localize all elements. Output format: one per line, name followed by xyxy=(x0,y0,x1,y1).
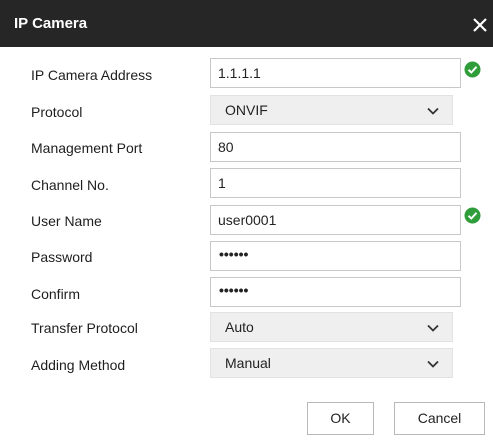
check-circle-icon xyxy=(464,61,481,78)
adding-method-label: Adding Method xyxy=(31,357,126,373)
ok-button[interactable]: OK xyxy=(307,402,374,435)
ip-address-label: IP Camera Address xyxy=(31,67,153,83)
user-name-value: user0001 xyxy=(218,212,277,228)
management-port-value: 80 xyxy=(218,139,234,155)
chevron-down-icon xyxy=(427,360,439,368)
protocol-label: Protocol xyxy=(31,104,83,120)
management-port-input[interactable]: 80 xyxy=(210,132,461,162)
user-name-input[interactable]: user0001 xyxy=(210,205,461,235)
password-label: Password xyxy=(31,249,93,265)
protocol-value: ONVIF xyxy=(225,102,268,118)
protocol-select[interactable]: ONVIF xyxy=(210,95,453,125)
chevron-down-icon xyxy=(427,107,439,115)
channel-no-value: 1 xyxy=(218,175,226,191)
adding-method-value: Manual xyxy=(225,355,271,371)
password-value: •••••• xyxy=(219,246,249,262)
management-port-label: Management Port xyxy=(31,140,143,156)
confirm-value: •••••• xyxy=(219,282,249,298)
close-icon[interactable] xyxy=(469,12,491,34)
dialog-title: IP Camera xyxy=(14,15,88,32)
user-name-label: User Name xyxy=(31,213,102,229)
transfer-protocol-label: Transfer Protocol xyxy=(31,320,138,336)
channel-no-label: Channel No. xyxy=(31,177,109,193)
password-input[interactable]: •••••• xyxy=(210,241,461,271)
title-bar: IP Camera xyxy=(0,0,493,47)
confirm-label: Confirm xyxy=(31,286,81,302)
ip-address-input[interactable]: 1.1.1.1 xyxy=(210,58,461,88)
ip-camera-dialog: IP Camera IP Camera Address 1.1.1.1 Prot… xyxy=(0,0,493,441)
chevron-down-icon xyxy=(427,324,439,332)
ip-address-value: 1.1.1.1 xyxy=(218,65,261,81)
cancel-button[interactable]: Cancel xyxy=(394,402,485,435)
confirm-password-input[interactable]: •••••• xyxy=(210,277,461,307)
check-circle-icon xyxy=(464,207,481,224)
channel-no-input[interactable]: 1 xyxy=(210,168,461,198)
transfer-protocol-value: Auto xyxy=(225,319,254,335)
adding-method-select[interactable]: Manual xyxy=(210,348,453,378)
transfer-protocol-select[interactable]: Auto xyxy=(210,312,453,342)
